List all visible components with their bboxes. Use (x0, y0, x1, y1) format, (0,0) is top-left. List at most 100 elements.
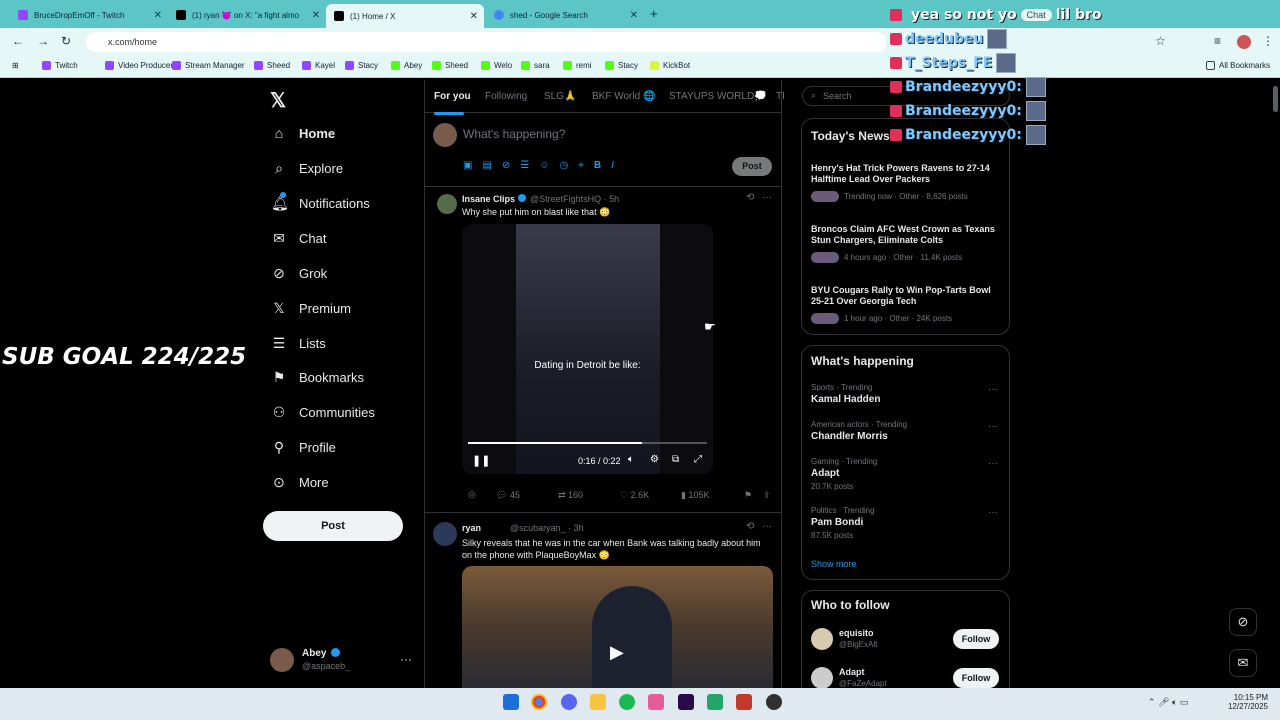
feed-tab[interactable]: Following (485, 91, 527, 102)
follow-avatar[interactable] (811, 628, 833, 650)
premiere-icon[interactable] (678, 694, 694, 710)
account-avatar[interactable] (270, 648, 294, 672)
tweet-handle[interactable]: @scubaryan_ · 3h (510, 523, 584, 533)
kebab-icon[interactable]: ⋮ (1262, 34, 1274, 48)
sidebar-item-grok[interactable]: ⊘ Grok (271, 265, 327, 281)
app-icon[interactable] (707, 694, 723, 710)
sidebar-item-notifications[interactable]: 🔔︎ Notifications (271, 195, 370, 211)
app-icon[interactable] (736, 694, 752, 710)
back-icon[interactable]: ← (12, 34, 24, 48)
bookmark-item[interactable]: Sheed (432, 61, 468, 70)
sidebar-item-bookmarks[interactable]: ⚑ Bookmarks (271, 369, 364, 385)
messages-icon[interactable]: ✉ (1229, 649, 1257, 677)
reload-icon[interactable]: ↻ (61, 34, 71, 48)
settings-icon[interactable]: ⚙ (650, 454, 659, 465)
more-icon[interactable]: ··· (988, 507, 998, 518)
sidebar-item-more[interactable]: ⊙ More (271, 474, 329, 490)
composer-post-button[interactable]: Post (732, 157, 772, 176)
tray-icons[interactable]: ⌃ 🎤︎ 🔈︎ ▭ (1148, 697, 1188, 708)
poll-icon[interactable]: ☰ (520, 160, 529, 171)
trend-name[interactable]: Pam Bondi (811, 517, 863, 528)
browser-tab-active[interactable]: (1) Home / X ✕ (326, 4, 484, 28)
more-icon[interactable]: ··· (988, 384, 998, 395)
composer-input[interactable]: What's happening? (463, 127, 565, 141)
bookmark-item[interactable]: Kayel (302, 61, 335, 70)
follow-name[interactable]: equisito (839, 628, 874, 638)
bookmark-item[interactable]: sara (521, 61, 550, 70)
tweet-video[interactable]: Dating in Detroit be like: ❚❚ 0:16 / 0:2… (462, 224, 713, 474)
feed-tab[interactable]: For you (434, 91, 471, 102)
close-icon[interactable]: ✕ (470, 11, 478, 22)
new-tab-button[interactable]: + (650, 6, 658, 21)
grok-icon[interactable]: ⊘ (502, 160, 510, 171)
x-logo-icon[interactable]: 𝕏 (270, 88, 286, 113)
close-icon[interactable]: ✕ (154, 10, 162, 21)
menu-icon[interactable]: ≡ (1214, 34, 1221, 48)
bold-icon[interactable]: B (594, 160, 601, 171)
video-progress-track[interactable] (468, 442, 707, 444)
tweet-video-thumbnail[interactable]: ▶ (462, 566, 773, 688)
bookmark-item[interactable]: Welo (481, 61, 512, 70)
forward-icon[interactable]: → (37, 34, 49, 48)
bookmark-item[interactable]: Stacy (605, 61, 638, 70)
like-button[interactable]: ♡ 2.6K (620, 490, 649, 501)
folder-icon[interactable] (590, 694, 606, 710)
url-field[interactable]: x.com/home (86, 32, 886, 52)
share-icon[interactable]: ⇪ (763, 490, 771, 501)
bookmark-item[interactable]: Sheed (254, 61, 290, 70)
news-headline[interactable]: Broncos Claim AFC West Crown as Texans S… (811, 224, 1003, 246)
follow-button[interactable]: Follow (953, 629, 999, 649)
bookmark-item[interactable]: KickBot (650, 61, 690, 70)
more-icon[interactable]: ··· (988, 458, 998, 469)
close-icon[interactable]: ✕ (630, 10, 638, 21)
sidebar-item-chat[interactable]: ✉ Chat (271, 230, 326, 246)
bookmark-item[interactable]: Twitch (42, 61, 78, 70)
follow-name[interactable]: Adapt (839, 667, 865, 677)
schedule-icon[interactable]: ◷ (559, 160, 568, 171)
sidebar-item-profile[interactable]: ⚲ Profile (271, 439, 336, 455)
spotify-icon[interactable] (619, 694, 635, 710)
bookmark-item[interactable]: Stream Manager (172, 61, 245, 70)
grok-icon[interactable]: ⟲ (746, 521, 754, 532)
follow-button[interactable]: Follow (953, 668, 999, 688)
discord-icon[interactable] (561, 694, 577, 710)
browser-tab[interactable]: BruceDropEmOff - Twitch ✕ (10, 4, 168, 26)
more-icon[interactable]: ··· (988, 421, 998, 432)
chat-pill-button[interactable]: Chat (1020, 9, 1052, 21)
views-button[interactable]: ▮ 105K (681, 490, 709, 501)
sidebar-item-premium[interactable]: 𝕏 Premium (271, 300, 351, 316)
follow-avatar[interactable] (811, 667, 833, 689)
trend-name[interactable]: Adapt (811, 468, 839, 479)
show-more-link[interactable]: Show more (811, 559, 857, 569)
tweet-author[interactable]: ryan (462, 523, 481, 533)
apps-icon[interactable]: ⊞ (12, 61, 19, 70)
browser-profile-avatar[interactable] (1237, 35, 1251, 49)
grok-icon[interactable]: ⟲ (746, 192, 754, 203)
volume-icon[interactable]: 🔈︎ (628, 454, 634, 465)
windows-start-icon[interactable] (503, 694, 519, 710)
all-bookmarks-link[interactable]: All Bookmarks (1206, 61, 1270, 70)
sidebar-item-home[interactable]: ⌂ Home (271, 125, 335, 141)
bookmark-item[interactable]: Video Producer (105, 61, 173, 70)
bookmark-item[interactable]: remi (563, 61, 592, 70)
pip-icon[interactable]: ⧉ (672, 454, 679, 465)
feed-tab[interactable]: SLG🙏 (544, 91, 576, 102)
feed-tab[interactable]: STAYUPS WORLD💭 (669, 91, 767, 102)
more-icon[interactable]: ··· (762, 192, 772, 203)
clock[interactable]: 10:15 PM 12/27/2025 (1226, 693, 1268, 711)
more-icon[interactable]: ··· (762, 521, 772, 532)
chrome-icon[interactable] (531, 694, 547, 710)
fullscreen-icon[interactable]: ⤢ (694, 454, 702, 465)
trend-name[interactable]: Chandler Morris (811, 431, 888, 442)
browser-tab[interactable]: shed - Google Search ✕ (486, 4, 644, 26)
account-menu-icon[interactable]: ··· (400, 652, 412, 666)
feed-tab[interactable]: BKF World 🌐 (592, 91, 655, 102)
grok-icon[interactable]: ⊘ (1229, 608, 1257, 636)
scrollbar[interactable] (1273, 86, 1278, 112)
tweet-handle[interactable]: @StreetFightsHQ · 5h (530, 194, 619, 204)
tweet-author[interactable]: Insane Clips (462, 194, 515, 204)
media-icon[interactable]: ▣ (463, 160, 472, 171)
browser-tab[interactable]: (1) ryan 😈 on X: "a fight almo ✕ (168, 4, 326, 26)
gif-icon[interactable]: ▤ (482, 160, 491, 171)
close-icon[interactable]: ✕ (312, 10, 320, 21)
